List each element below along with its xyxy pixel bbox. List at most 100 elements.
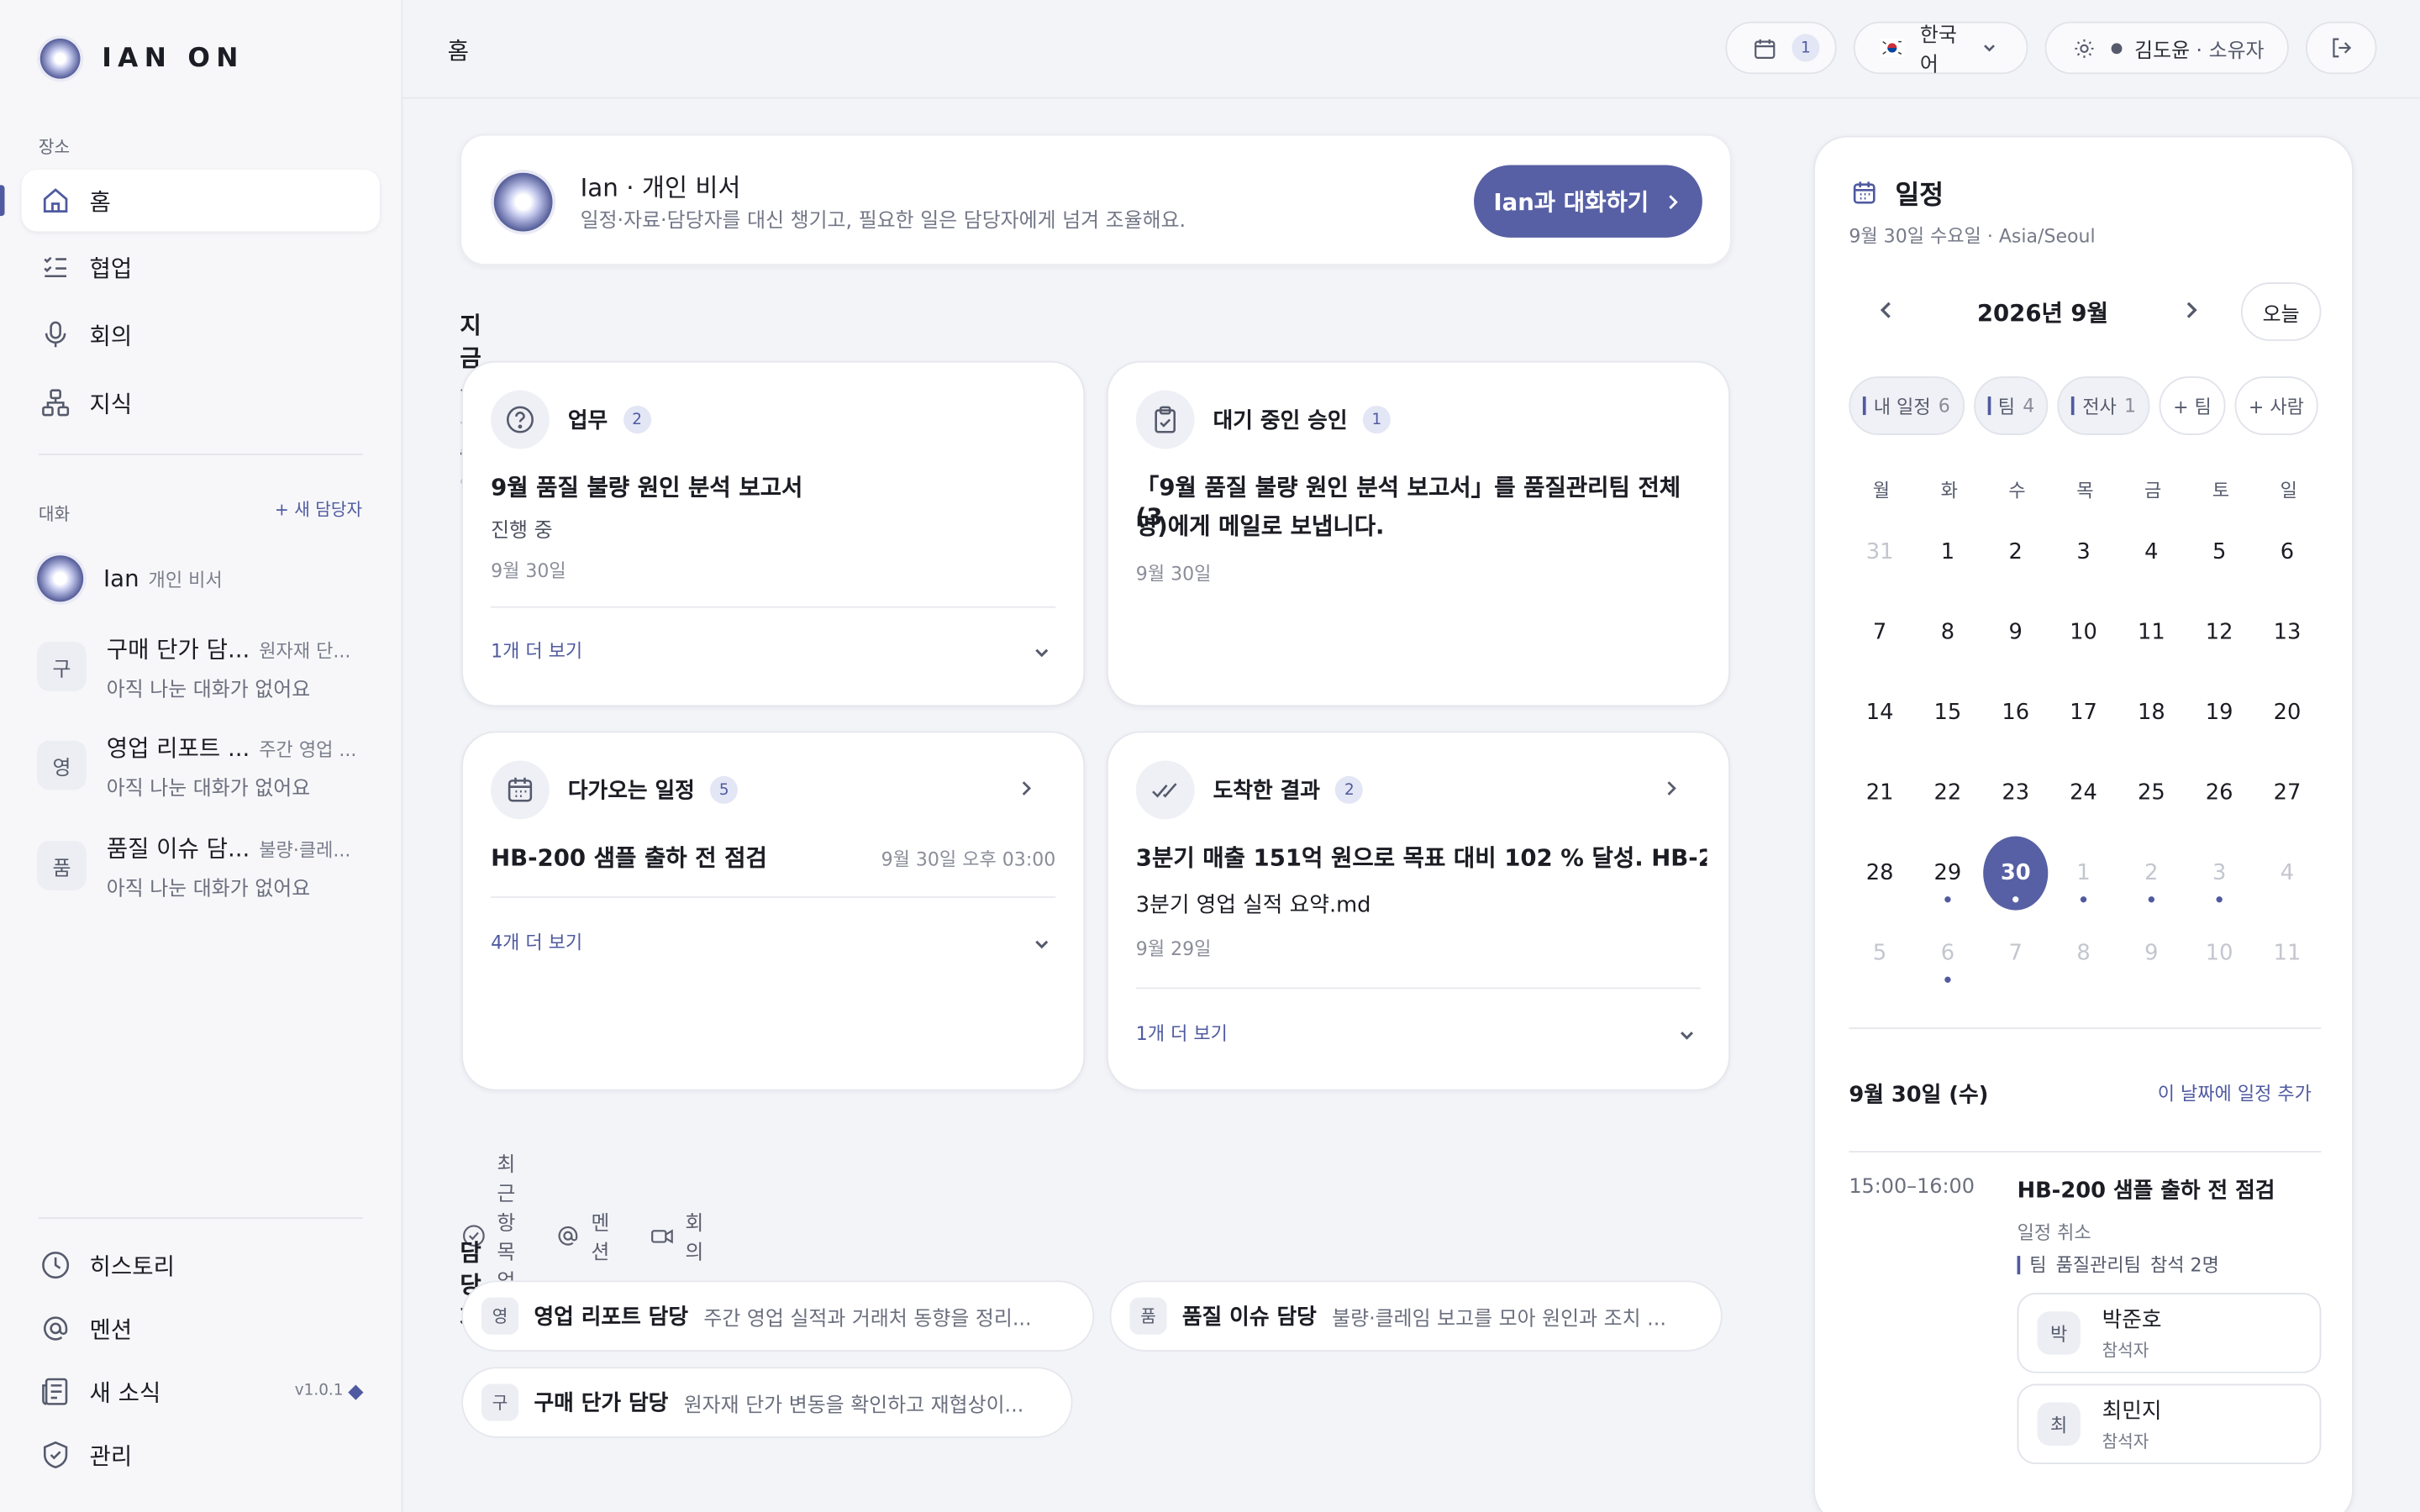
breadcrumb: 홈	[447, 37, 470, 66]
sidebar-item-meeting[interactable]: 회의	[22, 304, 380, 365]
calendar-day[interactable]: 19	[2188, 682, 2249, 743]
sidebar-item-knowledge[interactable]: 지식	[22, 372, 380, 433]
agent-card[interactable]: 품 품질 이슈 담당 불량·클레임 보고를 모아 원인과 조치 ...	[1109, 1280, 1723, 1352]
calendar-day[interactable]: 11	[2256, 922, 2317, 984]
calendar-day[interactable]: 7	[1849, 601, 1910, 663]
calendar-day[interactable]: 21	[1849, 762, 1910, 823]
chevron-down-icon[interactable]	[1031, 932, 1053, 961]
event-title[interactable]: HB-200 샘플 출하 전 점검	[2018, 1174, 2275, 1205]
calendar-day[interactable]: 3	[2188, 843, 2249, 904]
calendar-day[interactable]: 9	[1985, 601, 2046, 663]
calendar-day[interactable]: 18	[2121, 682, 2182, 743]
calendar-day[interactable]: 3	[2053, 522, 2114, 583]
agent-description: 주간 영업 실적과 거래처 동향을 정리...	[703, 1307, 1032, 1331]
calendar-day[interactable]: 31	[1849, 522, 1910, 583]
chevron-down-icon[interactable]	[1676, 1023, 1698, 1053]
sidebar-item-mention[interactable]: 멘션	[22, 1298, 380, 1359]
chevron-right-icon[interactable]	[1018, 776, 1034, 806]
count-badge: 2	[1335, 775, 1364, 804]
task-title[interactable]: 9월 품질 불량 원인 분석 보고서	[491, 470, 802, 503]
calendar-day[interactable]: 5	[2188, 522, 2249, 583]
calendar-day[interactable]: 11	[2121, 601, 2182, 663]
calendar-day[interactable]: 29	[1917, 843, 1978, 904]
calendar-day[interactable]: 8	[2053, 922, 2114, 984]
calendar-filter-chip[interactable]: + 사람	[2234, 376, 2318, 435]
calendar-day[interactable]: 17	[2053, 682, 2114, 743]
calendar-day[interactable]: 12	[2188, 601, 2249, 663]
chat-with-ian-button[interactable]: Ian과 대화하기	[1474, 165, 1702, 238]
attendee-card[interactable]: 최 최민지 참석자	[2017, 1383, 2322, 1465]
calendar-day[interactable]: 10	[2053, 601, 2114, 663]
calendar-day[interactable]: 10	[2188, 922, 2249, 984]
count-badge: 2	[623, 406, 651, 434]
calendar-filter-chip[interactable]: 전사 1	[2057, 376, 2150, 435]
logout-button[interactable]	[2306, 21, 2377, 75]
agent-card[interactable]: 구 구매 단가 담당 원자재 단가 변동을 확인하고 재협상이...	[461, 1367, 1073, 1438]
show-more-link[interactable]: 1개 더 보기	[1136, 1020, 1228, 1046]
calendar-day[interactable]: 22	[1917, 762, 1978, 823]
calendar-day[interactable]: 16	[1985, 682, 2046, 743]
new-agent-button[interactable]: + 새 담당자	[275, 496, 362, 521]
calendar-day[interactable]: 20	[2256, 682, 2317, 743]
weekday-label: 금	[2144, 480, 2162, 501]
calendar-day[interactable]: 13	[2256, 601, 2317, 663]
calendar-filter-chip[interactable]: 내 일정 6	[1849, 376, 1965, 435]
next-month-button[interactable]	[2182, 297, 2201, 328]
calendar-filter-chip[interactable]: + 팀	[2159, 376, 2226, 435]
calendar-day[interactable]: 24	[2053, 762, 2114, 823]
calendar-day[interactable]: 27	[2256, 762, 2317, 823]
user-menu-button[interactable]: 김도윤 · 소유자	[2044, 21, 2289, 75]
calendar-day[interactable]: 6	[2256, 522, 2317, 583]
chevron-right-icon[interactable]	[1664, 776, 1679, 806]
avatar: 영	[481, 1297, 519, 1335]
chevron-down-icon[interactable]	[1031, 640, 1053, 669]
event-title[interactable]: HB-200 샘플 출하 전 점검	[491, 841, 767, 874]
brand-logo[interactable]: IAN ON	[39, 38, 245, 79]
show-more-link[interactable]: 1개 더 보기	[491, 638, 582, 664]
calendar-day[interactable]: 15	[1917, 682, 1978, 743]
chevron-left-icon	[1880, 302, 1891, 318]
calendar-day[interactable]: 5	[1849, 922, 1910, 984]
language-select[interactable]: 한국어	[1853, 21, 2028, 77]
sidebar-item-collab[interactable]: 협업	[22, 236, 380, 297]
banner-subtitle: 일정·자료·담당자를 대신 챙기고, 필요한 일은 담당자에게 넘겨 조율해요.	[580, 209, 1186, 234]
calendar-day[interactable]: 14	[1849, 682, 1910, 743]
add-event-link[interactable]: 이 날짜에 일정 추가	[2158, 1080, 2312, 1106]
calendar-notification-button[interactable]: 1	[1725, 21, 1837, 75]
calendar-day[interactable]: 2	[1985, 522, 2046, 583]
avatar: 구	[481, 1383, 519, 1421]
prev-month-button[interactable]	[1876, 297, 1895, 328]
calendar-day[interactable]: 7	[1985, 922, 2046, 984]
calendar-day[interactable]: 1	[2053, 843, 2114, 904]
card-header[interactable]: 다가오는 일정 5	[491, 760, 739, 820]
attendee-card[interactable]: 박 박준호 참석자	[2017, 1293, 2322, 1373]
conversation-item-ian[interactable]: Ian 개인 비서	[37, 555, 371, 602]
show-more-link[interactable]: 4개 더 보기	[491, 929, 582, 955]
calendar-day[interactable]: 2	[2121, 843, 2182, 904]
calendar-day[interactable]: 8	[1917, 601, 1978, 663]
calendar-filter-chip[interactable]: 팀4	[1973, 376, 2049, 435]
result-file[interactable]: 3분기 영업 실적 요약.md	[1136, 889, 1371, 920]
calendar-day[interactable]: 9	[2121, 922, 2182, 984]
calendar-day[interactable]: 26	[2188, 762, 2249, 823]
count-badge: 1	[1362, 406, 1391, 434]
sidebar-item-home[interactable]: 홈	[21, 170, 380, 232]
avatar: 최	[2037, 1402, 2081, 1446]
calendar-day[interactable]: 4	[2256, 843, 2317, 904]
calendar-day[interactable]: 28	[1849, 843, 1910, 904]
sidebar-item-admin[interactable]: 관리	[22, 1424, 380, 1485]
calendar-day[interactable]: 25	[2121, 762, 2182, 823]
card-header[interactable]: 도착한 결과 2	[1135, 760, 1364, 820]
conversation-item[interactable]: 구 구매 단가 담... 원자재 단... 아직 나눈 대화가 없어요	[37, 633, 371, 702]
result-title[interactable]: 3분기 매출 151억 원으로 목표 대비 102 % 달성. HB-20...	[1136, 841, 1707, 874]
calendar-day[interactable]: 6	[1917, 922, 1978, 984]
calendar-day[interactable]: 4	[2121, 522, 2182, 583]
calendar-day[interactable]: 1	[1917, 522, 1978, 583]
calendar-day[interactable]: 23	[1985, 762, 2046, 823]
conversation-item[interactable]: 영 영업 리포트 ... 주간 영업 ... 아직 나눈 대화가 없어요	[37, 732, 371, 801]
agent-card[interactable]: 영 영업 리포트 담당 주간 영업 실적과 거래처 동향을 정리...	[461, 1280, 1095, 1352]
sidebar-item-history[interactable]: 히스토리	[22, 1234, 380, 1295]
today-button[interactable]: 오늘	[2240, 282, 2322, 341]
conversation-item[interactable]: 품 품질 이슈 담... 불량·클레... 아직 나눈 대화가 없어요	[37, 832, 371, 901]
approval-text-continued[interactable]: 명)에게 메일로 보냅니다.	[1136, 509, 1385, 542]
